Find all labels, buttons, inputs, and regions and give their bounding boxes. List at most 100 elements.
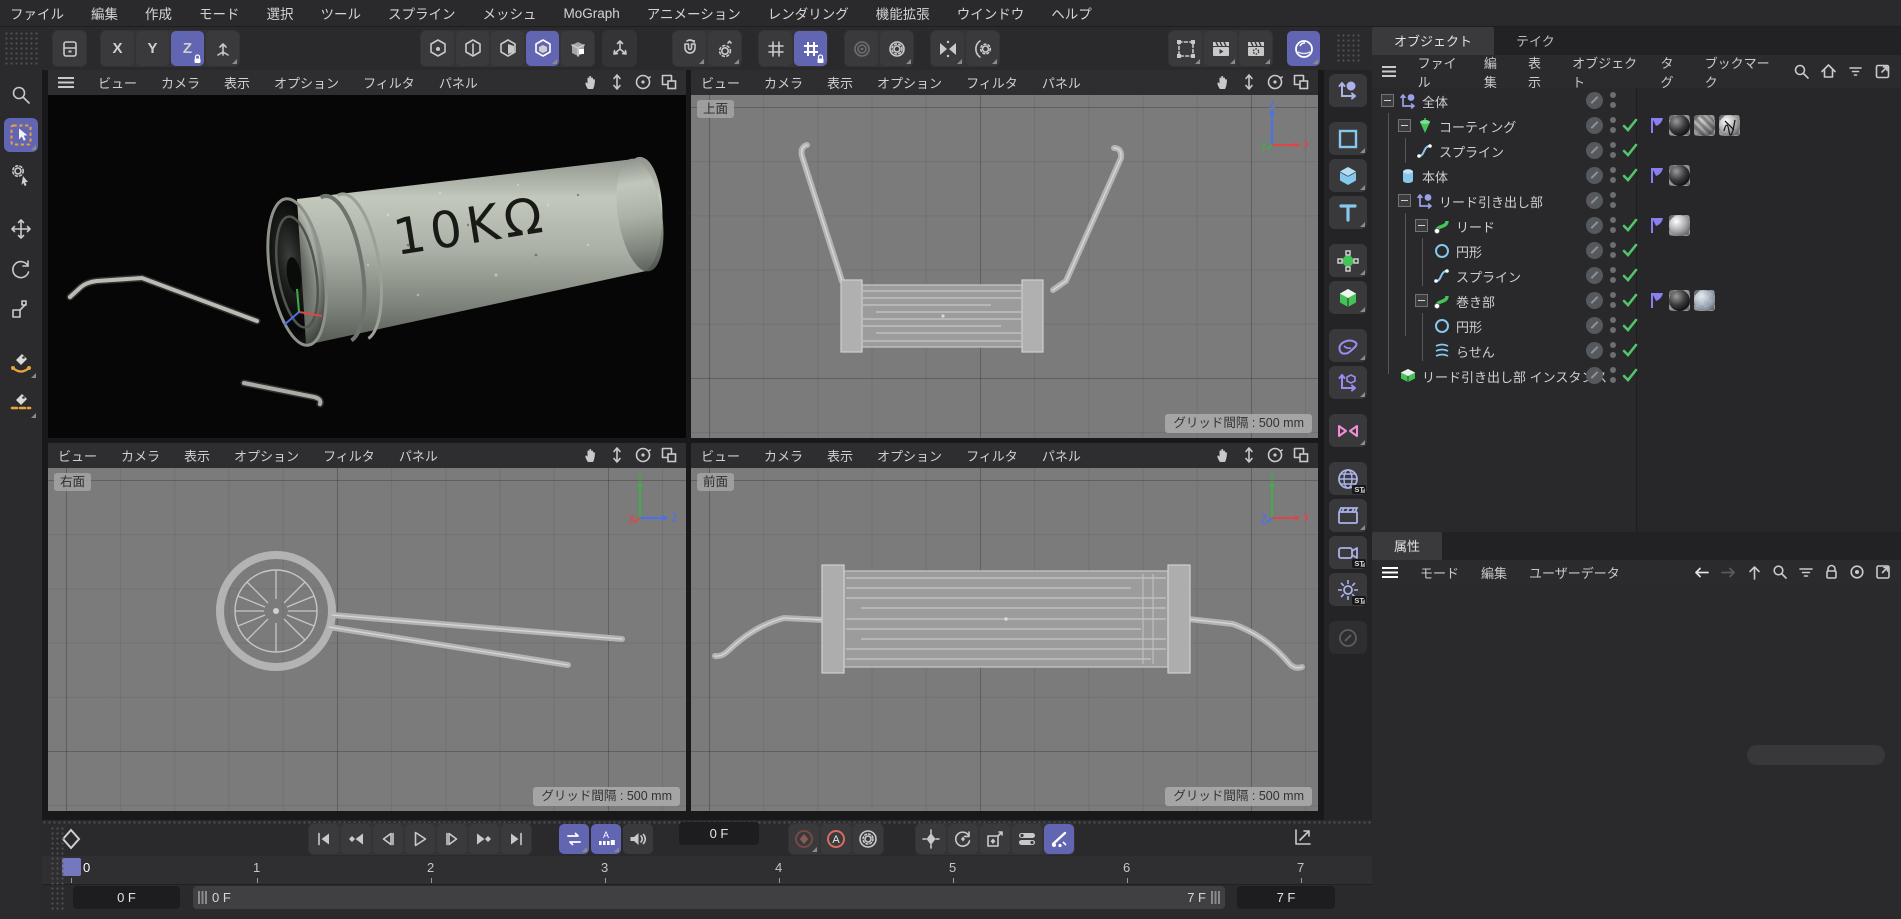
workplane-lock-button[interactable] <box>206 31 239 66</box>
edit-toggle[interactable] <box>1586 367 1603 384</box>
edit-toggle[interactable] <box>1586 292 1603 309</box>
current-frame-field[interactable]: 0 F <box>679 822 759 845</box>
orbit-view-icon[interactable] <box>634 446 652 464</box>
pan-hand-icon[interactable] <box>582 446 600 464</box>
enabled-check-icon[interactable] <box>1622 142 1638 158</box>
enabled-check-icon[interactable] <box>1622 117 1638 133</box>
visibility-dots[interactable] <box>1610 317 1617 334</box>
focus-target-icon[interactable] <box>1849 564 1865 580</box>
workplane-axis-button[interactable] <box>1329 366 1367 399</box>
enabled-check-icon[interactable] <box>1622 367 1638 383</box>
vp-menu-options[interactable]: オプション <box>877 73 942 92</box>
menu-help[interactable]: ヘルプ <box>1051 3 1092 23</box>
collapse-toggle[interactable] <box>1398 194 1411 207</box>
points-mode-button[interactable] <box>421 31 454 66</box>
vp-menu-camera[interactable]: カメラ <box>161 73 200 92</box>
tree-row-coil[interactable]: 巻き部 <box>1372 288 1901 313</box>
key-parameter-button[interactable] <box>1012 824 1042 854</box>
attr-menu-mode[interactable]: モード <box>1420 563 1459 582</box>
orbit-view-icon[interactable] <box>1266 446 1284 464</box>
loop-mode-button[interactable] <box>559 824 589 854</box>
axis-y-button[interactable]: Y <box>136 31 169 66</box>
back-arrow-icon[interactable] <box>1693 565 1710 580</box>
key-pla-button[interactable] <box>1044 824 1074 854</box>
top-view[interactable]: 上面 グリッド間隔 : 500 mm Z X Y <box>691 95 1318 438</box>
rotate-tool-button[interactable] <box>4 252 38 286</box>
tree-row-spline2[interactable]: スプライン <box>1372 263 1901 288</box>
find-tool-button[interactable] <box>4 78 38 112</box>
tree-row-body[interactable]: 本体 <box>1372 163 1901 188</box>
sky-object-button[interactable]: ST <box>1329 462 1367 495</box>
symmetry-object-button[interactable] <box>1329 414 1367 447</box>
attr-menu-userdata[interactable]: ユーザーデータ <box>1529 563 1620 582</box>
vp-menu-display[interactable]: 表示 <box>827 73 853 92</box>
modeling-settings-button[interactable] <box>53 31 86 66</box>
enabled-check-icon[interactable] <box>1622 292 1638 308</box>
fcurve-window-icon[interactable] <box>1292 826 1316 850</box>
grid-button[interactable] <box>759 31 792 66</box>
panel-menu-icon[interactable] <box>1382 66 1396 77</box>
cloner-button[interactable] <box>1329 244 1367 277</box>
model-mode-button[interactable] <box>526 31 559 66</box>
material-tag[interactable] <box>1694 290 1715 311</box>
playhead[interactable] <box>62 858 81 876</box>
keying-settings-button[interactable] <box>853 824 883 854</box>
edit-toggle[interactable] <box>1586 92 1603 109</box>
play-button[interactable] <box>405 824 435 854</box>
prev-frame-button[interactable] <box>373 824 403 854</box>
symmetry-button[interactable] <box>931 31 964 66</box>
material-tag[interactable] <box>1669 290 1690 311</box>
spline-primitive-button[interactable] <box>1329 122 1367 155</box>
toggle-views-icon[interactable] <box>660 73 678 91</box>
autokey-toggle-button[interactable]: A <box>821 824 851 854</box>
vp-menu-options[interactable]: オプション <box>274 73 339 92</box>
prev-key-button[interactable] <box>341 824 371 854</box>
symmetry-settings-button[interactable] <box>966 31 999 66</box>
tree-row-lead-group[interactable]: リード引き出し部 <box>1372 188 1901 213</box>
front-view[interactable]: 前面 グリッド間隔 : 500 mm Y X Z <box>691 468 1318 811</box>
home-icon[interactable] <box>1820 63 1837 80</box>
axis-z-button[interactable]: Z <box>171 31 204 66</box>
render-region-button[interactable] <box>1169 31 1202 66</box>
tab-takes[interactable]: テイク <box>1494 27 1577 55</box>
vp-menu-view[interactable]: ビュー <box>701 446 740 465</box>
menu-spline[interactable]: スプライン <box>388 3 456 23</box>
vp-menu-filter[interactable]: フィルタ <box>363 73 415 92</box>
annotation-pen-button[interactable] <box>1329 621 1367 654</box>
range-start-field[interactable]: 0 F <box>73 886 180 909</box>
enabled-check-icon[interactable] <box>1622 342 1638 358</box>
material-tag[interactable] <box>1669 115 1690 136</box>
pan-hand-icon[interactable] <box>1214 73 1232 91</box>
tree-row-zentai[interactable]: 全体 <box>1372 88 1901 113</box>
tree-row-lead-instance[interactable]: リード引き出し部 インスタンス <box>1372 363 1901 388</box>
key-rotation-button[interactable] <box>948 824 978 854</box>
pan-hand-icon[interactable] <box>1214 446 1232 464</box>
vp-menu-camera[interactable]: カメラ <box>764 73 803 92</box>
edit-toggle[interactable] <box>1586 242 1603 259</box>
menu-window[interactable]: ウインドウ <box>957 3 1025 23</box>
timeline-left-grip[interactable] <box>50 826 64 912</box>
vp-menu-filter[interactable]: フィルタ <box>323 446 375 465</box>
phong-tag-icon[interactable] <box>1648 216 1667 235</box>
enabled-check-icon[interactable] <box>1622 167 1638 183</box>
menu-create[interactable]: 作成 <box>145 3 172 23</box>
material-tag[interactable] <box>1719 115 1740 136</box>
edit-toggle[interactable] <box>1586 317 1603 334</box>
zoom-view-icon[interactable] <box>608 446 626 464</box>
sound-button[interactable] <box>623 824 653 854</box>
edit-toggle[interactable] <box>1586 142 1603 159</box>
tree-row-lead[interactable]: リード <box>1372 213 1901 238</box>
goto-end-button[interactable] <box>501 824 531 854</box>
viewport-menu-icon[interactable] <box>58 77 74 88</box>
vp-menu-camera[interactable]: カメラ <box>764 446 803 465</box>
orbit-view-icon[interactable] <box>1266 73 1284 91</box>
detach-panel-icon[interactable] <box>1874 63 1891 80</box>
visibility-dots[interactable] <box>1610 142 1617 159</box>
visibility-dots[interactable] <box>1610 342 1617 359</box>
menu-edit[interactable]: 編集 <box>91 3 118 23</box>
visibility-dots[interactable] <box>1610 117 1617 134</box>
edit-toggle[interactable] <box>1586 117 1603 134</box>
perspective-view[interactable]: 10KΩ <box>48 95 686 438</box>
motext-button[interactable] <box>1329 196 1367 229</box>
panel-menu-icon[interactable] <box>1382 567 1398 578</box>
